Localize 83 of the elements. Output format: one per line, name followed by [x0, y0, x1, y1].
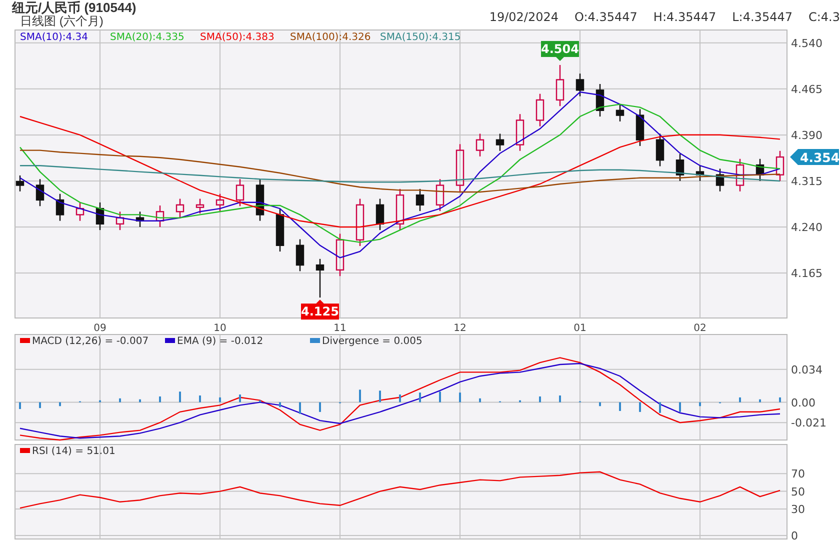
- legend-swatch: [310, 338, 320, 343]
- ohlc-value: L:4.35447: [732, 9, 792, 26]
- axis-label: 01: [574, 323, 586, 332]
- candlestick: [76, 202, 84, 221]
- chart-title: 纽元/人民币 (910544): [12, 0, 136, 14]
- axis-label: 4.465: [791, 82, 822, 96]
- candlestick: [436, 179, 444, 212]
- axis-label: 10: [214, 323, 226, 332]
- candlestick: [616, 104, 624, 122]
- candlestick: [176, 198, 184, 218]
- axis-label: 12: [454, 323, 466, 332]
- axis-label: 50: [791, 485, 805, 498]
- axis-label: -0.021: [791, 416, 826, 430]
- candlestick: [416, 188, 424, 212]
- ohlc-value: H:4.35447: [653, 9, 716, 26]
- axis-label: 4.165: [791, 267, 822, 280]
- ohlc-value: O:4.35447: [574, 9, 638, 26]
- candlestick: [756, 158, 764, 181]
- candlestick: [596, 84, 604, 117]
- candlestick: [496, 134, 504, 151]
- axis-label: 0.00: [791, 396, 816, 410]
- axis-label: 09: [94, 323, 106, 332]
- candlestick: [676, 154, 684, 181]
- candlestick: [696, 166, 704, 181]
- candlestick: [96, 202, 104, 230]
- axis-label: 70: [791, 468, 805, 481]
- candlestick: [376, 198, 384, 230]
- annotation: 4.125: [301, 304, 339, 319]
- axis-label: 4.390: [791, 128, 822, 142]
- candlestick: [516, 114, 524, 151]
- candlestick: [656, 134, 664, 166]
- legend-label: SMA(100):4.326: [290, 32, 371, 43]
- candlestick: [196, 198, 204, 214]
- candlestick: [396, 188, 404, 230]
- candlestick: [636, 109, 644, 146]
- candlestick: [456, 144, 464, 192]
- candlestick: [536, 94, 544, 126]
- candlestick: [56, 194, 64, 221]
- axis-label: 4.540: [791, 36, 822, 50]
- candlestick: [216, 194, 224, 212]
- axis-label: 4.315: [791, 174, 822, 188]
- candlestick: [356, 198, 364, 246]
- legend-label: SMA(10):4.34: [20, 32, 88, 43]
- candlestick: [336, 234, 344, 276]
- axis-label: 30: [791, 502, 805, 516]
- legend-label: Divergence = 0.005: [322, 336, 422, 347]
- candlestick: [116, 212, 124, 230]
- legend-label: SMA(150):4.315: [380, 32, 461, 43]
- price-label: 4.504: [541, 40, 579, 61]
- legend-label: MACD (12,26) = -0.007: [32, 336, 149, 347]
- ohlc-value: C:4.3: [808, 9, 840, 26]
- legend-label: SMA(50):4.383: [200, 32, 274, 43]
- annotation: 4.504: [541, 42, 579, 56]
- axis-label: 0: [791, 529, 798, 542]
- candlestick: [296, 239, 304, 272]
- candlestick: [556, 64, 564, 106]
- axis-label: 4.240: [791, 221, 822, 234]
- candlestick: [236, 179, 244, 206]
- candlestick: [16, 175, 24, 192]
- axis-label: 0.034: [791, 363, 822, 376]
- legend-label: EMA (9) = -0.012: [177, 336, 264, 347]
- axis-label: 11: [334, 323, 346, 332]
- legend-label: RSI (14) = 51.01: [32, 446, 116, 457]
- chart-subtitle: 日线图 (六个月): [19, 14, 104, 27]
- legend-label: SMA(20):4.335: [110, 32, 184, 43]
- legend-swatch: [20, 338, 30, 343]
- legend-swatch: [20, 448, 30, 453]
- date-label: 19/02/2024: [489, 9, 559, 26]
- candlestick: [576, 74, 584, 96]
- candlestick: [776, 150, 784, 181]
- candlestick: [256, 179, 264, 221]
- legend-swatch: [165, 338, 175, 343]
- candlestick: [276, 208, 284, 252]
- candlestick: [736, 158, 744, 192]
- candlestick: [476, 134, 484, 156]
- axis-label: 02: [694, 323, 706, 332]
- candlestick: [316, 258, 324, 298]
- candlestick: [716, 168, 724, 192]
- candlestick: [36, 179, 44, 206]
- last-price-tag: 4.354: [790, 149, 840, 166]
- candlestick: [156, 206, 164, 227]
- candlestick: [136, 212, 144, 227]
- price-label: 4.125: [301, 300, 339, 320]
